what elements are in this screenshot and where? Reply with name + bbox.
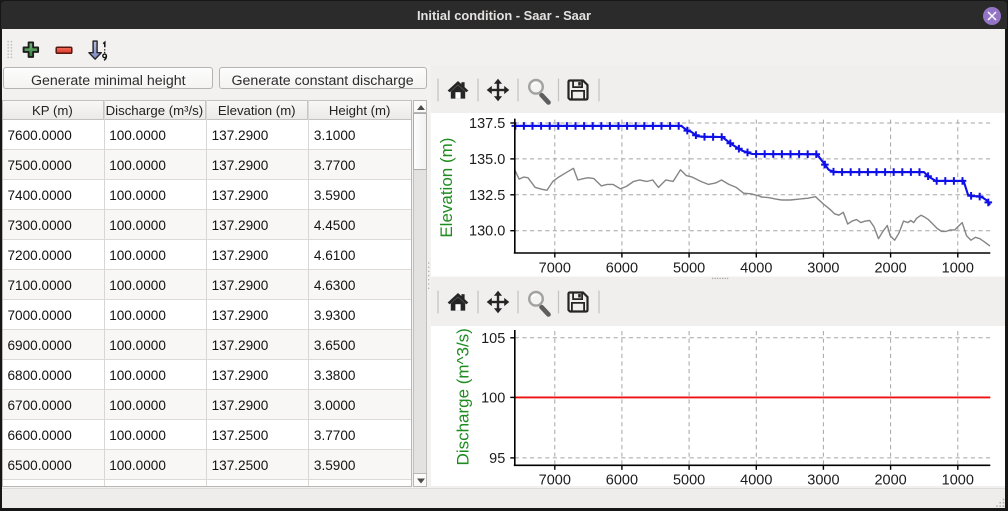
svg-text:7000: 7000 bbox=[538, 473, 570, 486]
svg-text:132.5: 132.5 bbox=[469, 188, 505, 204]
svg-text:7000: 7000 bbox=[538, 261, 570, 277]
svg-text:1000: 1000 bbox=[941, 261, 973, 277]
svg-text:135.0: 135.0 bbox=[469, 152, 505, 168]
svg-text:4000: 4000 bbox=[740, 473, 772, 486]
svg-text:2000: 2000 bbox=[874, 473, 906, 486]
svg-text:6000: 6000 bbox=[605, 473, 637, 486]
svg-text:137.5: 137.5 bbox=[469, 116, 505, 132]
svg-text:3000: 3000 bbox=[807, 261, 839, 277]
svg-text:5000: 5000 bbox=[673, 473, 705, 486]
svg-text:Discharge (m^3/s): Discharge (m^3/s) bbox=[453, 328, 472, 465]
svg-text:105: 105 bbox=[481, 331, 505, 347]
svg-text:130.0: 130.0 bbox=[469, 224, 505, 240]
svg-text:5000: 5000 bbox=[673, 261, 705, 277]
svg-text:3000: 3000 bbox=[807, 473, 839, 486]
svg-text:Elevation (m): Elevation (m) bbox=[436, 138, 455, 238]
svg-text:100: 100 bbox=[481, 390, 505, 406]
svg-text:2000: 2000 bbox=[874, 261, 906, 277]
svg-text:95: 95 bbox=[489, 451, 505, 467]
svg-text:1000: 1000 bbox=[941, 473, 973, 486]
svg-text:6000: 6000 bbox=[605, 261, 637, 277]
svg-text:4000: 4000 bbox=[740, 261, 772, 277]
